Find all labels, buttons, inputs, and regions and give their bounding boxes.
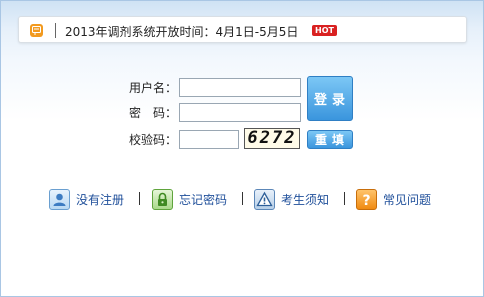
link-faq-label: 常见问题 bbox=[383, 192, 432, 207]
link-separator bbox=[139, 192, 140, 205]
link-faq[interactable]: ? 常见问题 bbox=[356, 188, 431, 210]
link-register-label: 没有注册 bbox=[76, 192, 125, 207]
help-icon: ? bbox=[356, 188, 377, 210]
login-button[interactable]: 登录 bbox=[307, 76, 353, 121]
svg-text:?: ? bbox=[362, 193, 370, 209]
link-forgot-password[interactable]: 忘记密码 bbox=[152, 188, 227, 210]
login-panel: 2013年调剂系统开放时间：4月1日-5月5日 HOT 用户名： 密 码： 校验… bbox=[0, 0, 484, 297]
user-icon bbox=[49, 188, 70, 210]
warning-icon bbox=[254, 188, 275, 210]
lock-icon bbox=[152, 188, 173, 210]
password-input[interactable] bbox=[179, 103, 301, 122]
captcha-label: 校验码： bbox=[129, 133, 178, 147]
link-register[interactable]: 没有注册 bbox=[49, 188, 124, 210]
username-input[interactable] bbox=[179, 78, 301, 97]
captcha-image[interactable]: 6272 bbox=[244, 128, 300, 149]
link-forgot-password-label: 忘记密码 bbox=[179, 192, 228, 207]
link-exam-notice[interactable]: 考生须知 bbox=[254, 188, 329, 210]
hot-badge: HOT bbox=[312, 25, 337, 36]
notice-text: 2013年调剂系统开放时间：4月1日-5月5日 bbox=[65, 25, 299, 39]
link-exam-notice-label: 考生须知 bbox=[281, 192, 330, 207]
password-label: 密 码： bbox=[129, 106, 178, 120]
notice-bar: 2013年调剂系统开放时间：4月1日-5月5日 HOT bbox=[18, 16, 467, 43]
notice-icon bbox=[30, 24, 43, 37]
link-separator bbox=[344, 192, 345, 205]
link-separator bbox=[242, 192, 243, 205]
captcha-input[interactable] bbox=[179, 130, 239, 149]
username-label: 用户名： bbox=[129, 81, 178, 95]
reset-button[interactable]: 重填 bbox=[307, 130, 353, 149]
notice-divider bbox=[55, 23, 56, 38]
